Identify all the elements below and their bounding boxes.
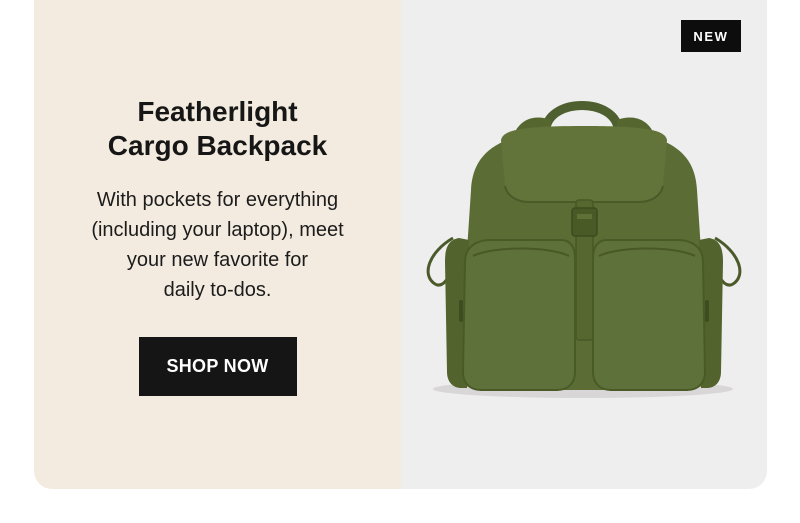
- promo-text-panel: Featherlight Cargo Backpack With pockets…: [34, 0, 401, 489]
- product-title: Featherlight Cargo Backpack: [107, 96, 328, 161]
- top-handle: [541, 101, 623, 133]
- backpack-image[interactable]: [401, 0, 767, 489]
- product-description: With pockets for everything (including y…: [91, 189, 344, 301]
- right-zipper-pull: [705, 300, 709, 322]
- right-front-pocket: [592, 239, 707, 391]
- shop-now-button[interactable]: SHOP NOW: [138, 337, 297, 396]
- top-flap: [501, 126, 667, 202]
- left-zipper-pull: [459, 300, 463, 322]
- new-badge: NEW: [681, 20, 741, 52]
- buckle: [571, 207, 598, 237]
- promo-card: Featherlight Cargo Backpack With pockets…: [34, 0, 767, 489]
- product-image-panel: NEW: [401, 0, 767, 489]
- left-front-pocket: [461, 239, 576, 391]
- buckle-slot: [577, 214, 592, 219]
